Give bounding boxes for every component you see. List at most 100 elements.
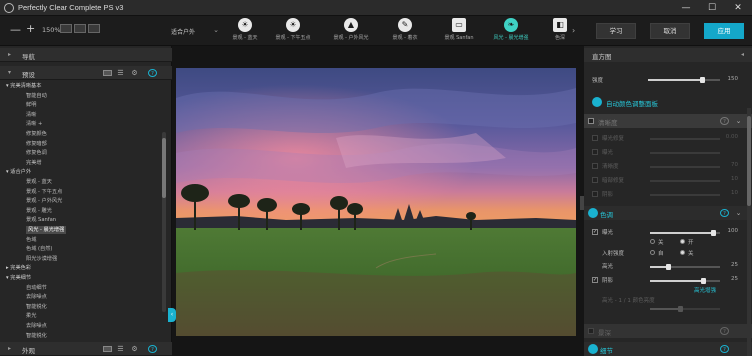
tree-item[interactable]: 自动细节: [26, 284, 47, 292]
help-icon[interactable]: ?: [148, 69, 157, 77]
zoom-out-button[interactable]: —: [10, 23, 21, 36]
preset-category-select[interactable]: 适合户外 ⌄: [165, 24, 221, 38]
collapse-left-panel-button[interactable]: ‹: [168, 308, 176, 322]
tree-item[interactable]: 清晰 +: [26, 120, 42, 128]
clarity-row-slider[interactable]: [650, 194, 720, 196]
radio-auto[interactable]: [650, 250, 655, 255]
radio-off[interactable]: [650, 239, 655, 244]
tree-item[interactable]: 鲜明: [26, 101, 36, 109]
tree-item[interactable]: 去除噪点: [26, 293, 47, 301]
details-toggle[interactable]: [588, 344, 598, 354]
apply-button[interactable]: 应用: [704, 23, 744, 39]
tree-item[interactable]: 景观 - 蓝天: [26, 178, 52, 186]
tree-item[interactable]: 修复暗部: [26, 140, 47, 148]
tree-group[interactable]: ▾ 适合户外: [6, 168, 31, 176]
list-icon[interactable]: ☰: [116, 69, 125, 77]
clarity-row-slider[interactable]: [650, 166, 720, 168]
highlights-slider[interactable]: [650, 264, 720, 270]
chevron-down-icon[interactable]: ⌄: [734, 209, 743, 217]
clarity-checkbox[interactable]: [588, 118, 594, 124]
color-header[interactable]: 色调 ? ⌄: [584, 206, 752, 220]
tree-item[interactable]: 完美增: [26, 159, 42, 167]
clarity-row-slider[interactable]: [650, 180, 720, 182]
chevron-right-icon[interactable]: ›: [572, 26, 575, 35]
help-icon[interactable]: ?: [148, 345, 157, 353]
radio-off-2[interactable]: [680, 250, 685, 255]
tree-group[interactable]: ▾ 完美清晰基本: [6, 82, 41, 90]
learn-button[interactable]: 学习: [596, 23, 636, 39]
quick-preset-5[interactable]: ▭ 景观 Sanfan: [436, 17, 482, 45]
preview-photo[interactable]: [176, 68, 576, 336]
auto-toggle[interactable]: [592, 97, 602, 107]
clarity-row-slider[interactable]: [650, 138, 720, 140]
maximize-button[interactable]: ☐: [702, 1, 722, 15]
tree-item[interactable]: 色域 (自然): [26, 245, 52, 253]
shadows-slider[interactable]: [650, 278, 720, 284]
tree-item[interactable]: 色域: [26, 236, 36, 244]
quick-preset-6[interactable]: ❧ 风光 - 晨光增强: [488, 17, 534, 45]
gear-icon[interactable]: ⚙: [130, 69, 139, 77]
tree-group[interactable]: ▸ 完美色彩: [6, 264, 31, 272]
tree-item[interactable]: 智能自动: [26, 92, 47, 100]
clarity-row-checkbox[interactable]: [592, 135, 598, 141]
minimize-button[interactable]: —: [676, 1, 696, 15]
exposure-checkbox[interactable]: ✓: [592, 229, 598, 235]
depth-checkbox[interactable]: [588, 328, 594, 334]
clarity-row-checkbox[interactable]: [592, 177, 598, 183]
shadows-checkbox[interactable]: ✓: [592, 277, 598, 283]
single-view-icon[interactable]: [60, 24, 72, 33]
histogram-header[interactable]: 直方图 ◂: [584, 48, 752, 62]
gear-icon[interactable]: ⚙: [130, 345, 139, 353]
split-view-icon[interactable]: [74, 24, 86, 33]
tree-item[interactable]: 去除噪点: [26, 322, 47, 330]
help-icon[interactable]: ?: [720, 117, 729, 125]
clarity-row-slider[interactable]: [650, 152, 720, 154]
close-button[interactable]: ✕: [728, 1, 748, 15]
tree-item[interactable]: 清晰: [26, 111, 36, 119]
tree-item[interactable]: 阳光沙漠增强: [26, 255, 57, 263]
zoom-in-button[interactable]: +: [26, 22, 35, 35]
help-icon[interactable]: ?: [720, 327, 729, 335]
tree-item[interactable]: 柔光: [26, 312, 36, 320]
tree-item[interactable]: 景观 - 下午五点: [26, 188, 62, 196]
list-icon[interactable]: ☰: [116, 345, 125, 353]
strength-slider[interactable]: [648, 77, 720, 83]
quick-preset-4[interactable]: ✎ 景观 - 着衣: [382, 17, 428, 45]
cancel-button[interactable]: 取消: [650, 23, 690, 39]
strength-slider-knob[interactable]: [700, 77, 705, 83]
color-toggle[interactable]: [588, 208, 598, 218]
compare-view-icon[interactable]: [88, 24, 100, 33]
navigator-header[interactable]: ▸ 导航: [0, 48, 172, 62]
tree-item[interactable]: 修复颜色: [26, 130, 47, 138]
clarity-row-checkbox[interactable]: [592, 191, 598, 197]
tree-item[interactable]: 景观 - 户外风光: [26, 197, 62, 205]
tree-item[interactable]: 智能锐化: [26, 332, 47, 340]
quick-preset-2[interactable]: ☀ 景观 - 下午五点: [270, 17, 316, 45]
quick-preset-1[interactable]: ☀ 景观 - 蓝天: [222, 17, 268, 45]
radio-on[interactable]: [680, 239, 685, 244]
tree-item[interactable]: 风光 - 晨光增强: [26, 226, 67, 234]
presets-header[interactable]: ▾ 预设 ☰ ⚙ ?: [0, 66, 172, 80]
quick-preset-7[interactable]: ◧ 色深: [546, 17, 574, 45]
tree-group[interactable]: ▾ 完美细节: [6, 274, 31, 282]
clarity-row-checkbox[interactable]: [592, 163, 598, 169]
clarity-row-checkbox[interactable]: [592, 149, 598, 155]
help-icon[interactable]: ?: [720, 345, 729, 353]
appearance-header[interactable]: ▸ 外观 ☰ ⚙ ?: [0, 342, 172, 356]
preset-scrollbar-thumb[interactable]: [162, 138, 166, 198]
exposure-slider[interactable]: [650, 230, 720, 236]
depth-header[interactable]: 景深 ?: [584, 324, 752, 338]
highlight-luma-slider[interactable]: [650, 306, 720, 312]
tree-item[interactable]: 景观 Sanfan: [26, 216, 56, 224]
clarity-header[interactable]: 清晰度 ? ⌄: [584, 114, 752, 128]
help-icon[interactable]: ?: [720, 209, 729, 217]
details-header[interactable]: 细节 ?: [584, 342, 752, 356]
tree-item[interactable]: 智能锐化: [26, 303, 47, 311]
chevron-down-icon[interactable]: ⌄: [734, 117, 743, 125]
right-panel-scrollbar-thumb[interactable]: [747, 116, 751, 206]
appearance-toggle-icon[interactable]: [103, 346, 112, 352]
tree-item[interactable]: 修复色调: [26, 149, 47, 157]
tree-item[interactable]: 景观 - 雕光: [26, 207, 52, 215]
quick-preset-3[interactable]: ▲ 景观 - 户外风光: [328, 17, 374, 45]
preset-toggle-icon[interactable]: [103, 70, 112, 76]
